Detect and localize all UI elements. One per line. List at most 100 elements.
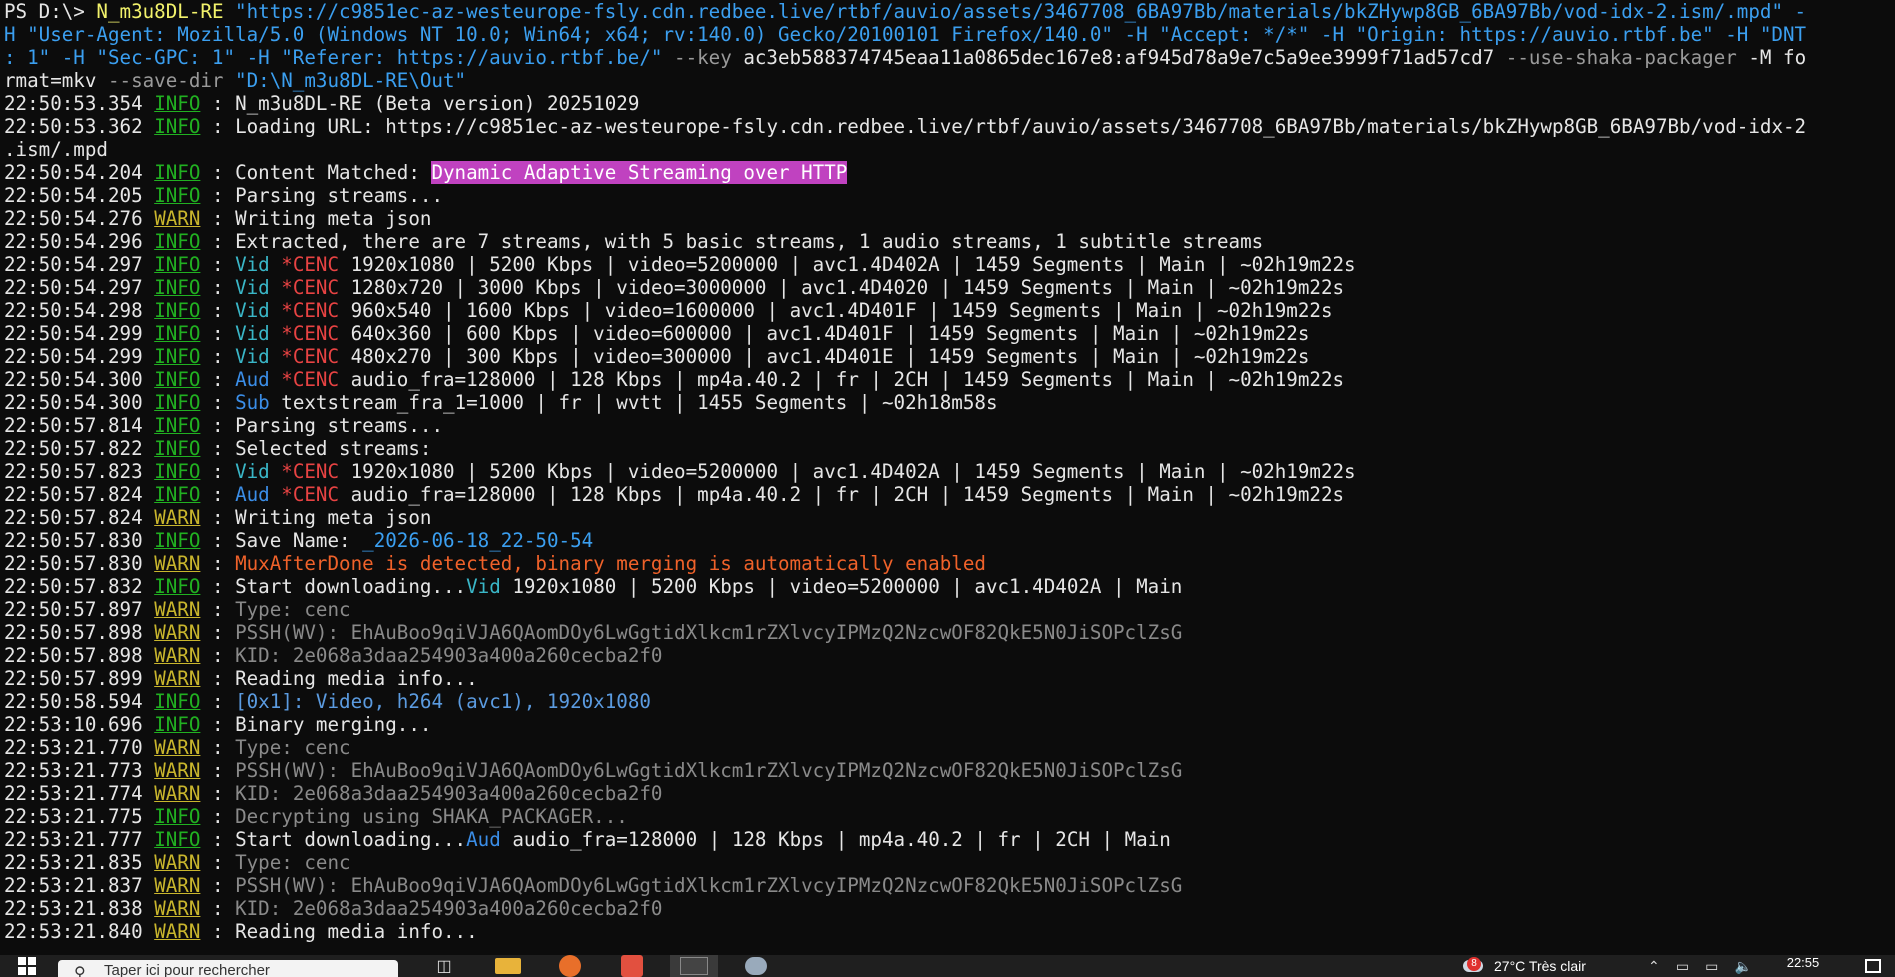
log-line: 22:50:57.898 WARN : PSSH(WV): EhAuBoo9qi… [0, 621, 1895, 644]
log-line: 22:50:54.299 INFO : Vid *CENC 480x270 | … [0, 345, 1895, 368]
log-timestamp: 22:50:54.297 [4, 276, 143, 299]
key-flag: --key [674, 46, 732, 69]
log-timestamp: 22:50:54.296 [4, 230, 143, 253]
log-level: WARN [154, 644, 201, 667]
log-line: 22:50:53.354 INFO : N_m3u8DL-RE (Beta ve… [0, 92, 1895, 115]
log-timestamp: 22:53:21.777 [4, 828, 143, 851]
log-timestamp: 22:50:57.824 [4, 483, 143, 506]
log-level: INFO [154, 529, 201, 552]
log-separator: : [200, 115, 236, 138]
log-separator: : [200, 368, 236, 391]
terminal-icon[interactable] [670, 955, 718, 977]
clock[interactable]: 22:55 [1768, 955, 1838, 977]
log-line: 22:50:57.832 INFO : Start downloading...… [0, 575, 1895, 598]
log-line: 22:50:54.297 INFO : Vid *CENC 1920x1080 … [0, 253, 1895, 276]
log-text: Aud [235, 368, 282, 391]
log-text: Extracted, there are 7 streams, with 5 b… [235, 230, 1264, 253]
log-line: 22:50:57.824 INFO : Aud *CENC audio_fra=… [0, 483, 1895, 506]
log-separator: : [200, 828, 236, 851]
log-separator: : [200, 667, 236, 690]
log-level: INFO [154, 690, 201, 713]
log-text: audio_fra=128000 | 128 Kbps | mp4a.40.2 … [350, 368, 1345, 391]
log-separator: : [200, 713, 236, 736]
log-separator: : [200, 529, 236, 552]
log-text: Parsing streams... [235, 184, 443, 207]
log-separator: : [200, 92, 236, 115]
log-timestamp: 22:50:53.362 [4, 115, 143, 138]
paint-icon[interactable] [732, 955, 780, 977]
log-text: Vid [235, 253, 282, 276]
log-separator: : [200, 207, 236, 230]
chevron-up-icon[interactable]: ⌃ [1648, 958, 1660, 975]
log-text: Decrypting using SHAKA_PACKAGER... [235, 805, 628, 828]
log-line: .ism/.mpd [0, 138, 1895, 161]
log-level: INFO [154, 92, 201, 115]
log-level: INFO [154, 115, 201, 138]
task-view-icon[interactable]: ◫ [420, 955, 468, 977]
terminal-window[interactable]: PS D:\> N_m3u8DL-RE "https://c9851ec-az-… [0, 0, 1895, 955]
log-level: INFO [154, 437, 201, 460]
log-level: INFO [154, 805, 201, 828]
log-level: INFO [154, 713, 201, 736]
log-timestamp: 22:50:57.824 [4, 506, 143, 529]
windows-start-icon[interactable] [12, 955, 42, 977]
network-icon[interactable]: ▭ [1705, 958, 1718, 975]
log-separator: : [200, 575, 236, 598]
log-line: 22:50:54.205 INFO : Parsing streams... [0, 184, 1895, 207]
log-separator: : [200, 345, 236, 368]
notifications-icon[interactable] [1858, 955, 1888, 977]
log-separator: : [200, 644, 236, 667]
log-separator: : [200, 483, 236, 506]
log-text: 1920x1080 | 5200 Kbps | video=5200000 | … [350, 253, 1356, 276]
log-line: 22:50:54.297 INFO : Vid *CENC 1280x720 |… [0, 276, 1895, 299]
log-timestamp: 22:50:57.822 [4, 437, 143, 460]
log-timestamp: 22:53:21.770 [4, 736, 143, 759]
log-separator: : [200, 322, 236, 345]
log-text: Reading media info... [235, 667, 478, 690]
log-text: Reading media info... [235, 920, 478, 943]
log-line: 22:53:21.777 INFO : Start downloading...… [0, 828, 1895, 851]
log-text: Vid [466, 575, 513, 598]
log-text: Writing meta json [235, 506, 432, 529]
log-text: *CENC [281, 368, 351, 391]
battery-icon[interactable]: ▭ [1676, 958, 1689, 975]
log-separator: : [200, 874, 236, 897]
log-separator: : [200, 299, 236, 322]
system-tray[interactable]: ⌃ ▭ ▭ 🔈 [1640, 955, 1760, 977]
log-separator: : [200, 736, 236, 759]
log-timestamp: 22:50:54.298 [4, 299, 143, 322]
log-level: INFO [154, 253, 201, 276]
log-text: Vid [235, 460, 282, 483]
log-text: Type: cenc [235, 598, 351, 621]
log-timestamp: 22:50:53.354 [4, 92, 143, 115]
log-separator: : [200, 851, 236, 874]
log-timestamp: 22:53:21.840 [4, 920, 143, 943]
log-separator: : [200, 897, 236, 920]
log-text: 480x270 | 300 Kbps | video=300000 | avc1… [350, 345, 1310, 368]
app-icon[interactable] [608, 955, 656, 977]
log-line: 22:53:21.774 WARN : KID: 2e068a3daa25490… [0, 782, 1895, 805]
log-timestamp: 22:53:21.838 [4, 897, 143, 920]
log-separator: : [200, 506, 236, 529]
firefox-icon[interactable] [546, 955, 594, 977]
log-level: WARN [154, 782, 201, 805]
log-text: PSSH(WV): EhAuBoo9qiVJA6QAomDOy6LwGgtidX… [235, 874, 1183, 897]
log-timestamp: 22:50:54.300 [4, 368, 143, 391]
log-line: 22:50:57.898 WARN : KID: 2e068a3daa25490… [0, 644, 1895, 667]
log-separator: : [200, 552, 236, 575]
log-text: KID: 2e068a3daa254903a400a260cecba2f0 [235, 644, 663, 667]
log-line: 22:50:57.830 WARN : MuxAfterDone is dete… [0, 552, 1895, 575]
log-text: .ism/.mpd [4, 138, 108, 161]
log-line: 22:50:54.204 INFO : Content Matched: Dyn… [0, 161, 1895, 184]
log-text: Vid [235, 276, 282, 299]
volume-icon[interactable]: 🔈 [1734, 958, 1751, 975]
log-text: [0x1]: Video, h264 (avc1), 1920x1080 [235, 690, 651, 713]
log-level: WARN [154, 736, 201, 759]
log-level: INFO [154, 460, 201, 483]
search-input[interactable]: ⚲ Taper ici pour rechercher [58, 960, 398, 977]
file-explorer-icon[interactable] [484, 955, 532, 977]
log-text: *CENC [281, 483, 351, 506]
log-level: INFO [154, 299, 201, 322]
search-placeholder: Taper ici pour rechercher [104, 962, 270, 977]
log-text: audio_fra=128000 | 128 Kbps | mp4a.40.2 … [350, 483, 1345, 506]
